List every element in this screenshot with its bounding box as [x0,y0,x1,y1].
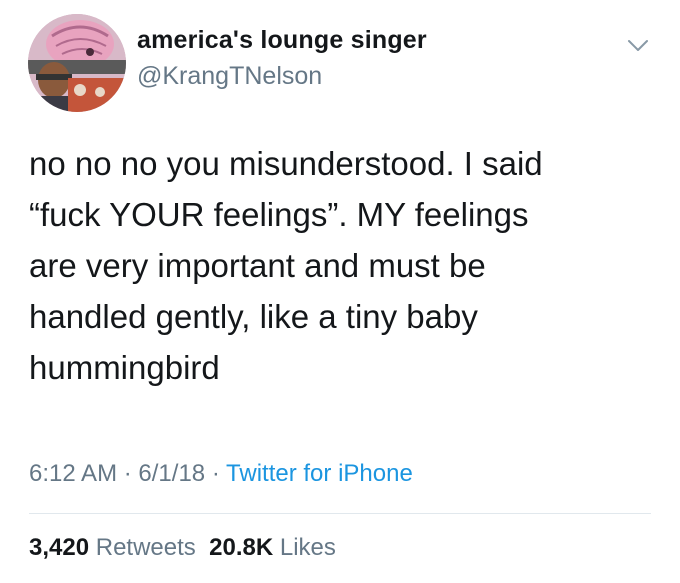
user-handle[interactable]: @KrangTNelson [137,62,322,91]
likes-count: 20.8K [209,534,274,561]
tweet-text-line: “fuck YOUR feelings”. MY feelings [29,196,529,233]
tweet-source-link[interactable]: Twitter for iPhone [226,460,413,487]
retweets-stat[interactable]: 3,420 Retweets [29,534,196,561]
chevron-down-icon[interactable] [626,36,650,54]
tweet-text-line: are very important and must be [29,247,486,284]
likes-stat[interactable]: 20.8K Likes [209,534,336,561]
display-name[interactable]: america's lounge singer [137,26,427,55]
tweet-time[interactable]: 6:12 AM [29,460,117,487]
tweet-text-line: handled gently, like a tiny baby [29,298,478,335]
meta-separator: · [211,460,220,487]
avatar[interactable] [28,14,126,112]
tweet-text-line: hummingbird [29,349,220,386]
divider [29,513,651,514]
meta-separator: · [123,460,132,487]
tweet-meta: 6:12 AM · 6/1/18 · Twitter for iPhone [29,460,413,488]
likes-label: Likes [279,534,336,561]
retweets-label: Retweets [95,534,196,561]
tweet-text: no no no you misunderstood. I said “fuck… [29,138,659,393]
krang-avatar-icon [28,14,126,112]
tweet-text-line: no no no you misunderstood. I said [29,145,543,182]
tweet-stats: 3,420 Retweets 20.8K Likes [29,534,336,562]
tweet-date[interactable]: 6/1/18 [138,460,205,487]
retweets-count: 3,420 [29,534,90,561]
